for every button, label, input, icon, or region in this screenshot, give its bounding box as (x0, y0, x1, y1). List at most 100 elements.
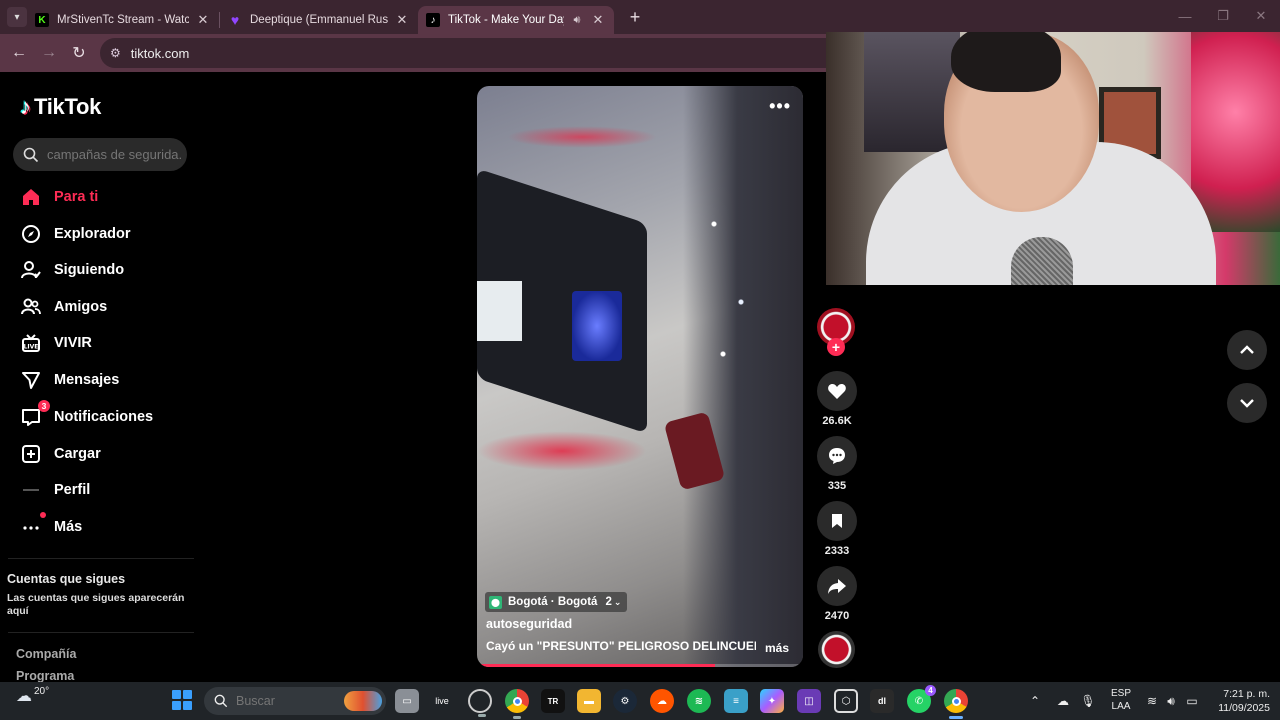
share-button[interactable] (817, 566, 857, 606)
search-input[interactable] (47, 147, 183, 162)
microphone-icon[interactable]: 🎙︎ (1080, 682, 1096, 720)
address-bar[interactable]: ⚙︎ tiktok.com (100, 38, 840, 68)
nav-for-you[interactable]: Para ti (20, 182, 98, 212)
running-indicator (478, 714, 486, 717)
search-box[interactable] (13, 138, 187, 171)
compass-icon (20, 223, 42, 245)
browser-tab-kick[interactable]: K MrStivenTc Stream - Watch Live ✕ (27, 6, 219, 34)
new-tab-button[interactable]: + (624, 6, 646, 28)
dl-app-icon[interactable]: dl (870, 689, 894, 713)
spotify-icon[interactable]: ≋ (687, 689, 711, 713)
onedrive-offline-icon[interactable]: ☁ (1054, 682, 1072, 720)
location-chip[interactable]: ⬤ Bogotá · Bogotá 2 ⌄ (485, 592, 628, 612)
browser-tab-deeptique[interactable]: ♥ Deeptique (Emmanuel Russ Rey ✕ (220, 6, 418, 34)
nav-profile[interactable]: Perfil (20, 475, 90, 505)
bookmark-icon (832, 514, 842, 528)
nav-notifications[interactable]: 3 Notificaciones (20, 400, 153, 432)
close-tab-icon[interactable]: ✕ (394, 12, 410, 28)
comment-button[interactable] (817, 436, 857, 476)
music-disc[interactable] (818, 631, 855, 668)
tr-app-icon[interactable]: TR (541, 689, 565, 713)
back-arrow-icon[interactable]: ← (4, 38, 34, 68)
close-window-icon[interactable]: ✕ (1242, 0, 1280, 32)
notepad-icon[interactable]: ≡ (724, 689, 748, 713)
close-tab-icon[interactable]: ✕ (590, 12, 606, 28)
next-video-button[interactable] (1227, 383, 1267, 423)
like-button[interactable] (817, 371, 857, 411)
footer-link-company[interactable]: Compañía (16, 647, 76, 661)
notification-bubble-icon: 3 (20, 400, 50, 428)
volume-icon[interactable]: 🔊︎ (1163, 682, 1179, 720)
video-more-options-icon[interactable]: ••• (769, 96, 791, 117)
taskbar-search[interactable] (204, 687, 386, 715)
nav-explore[interactable]: Explorador (20, 219, 131, 249)
reload-icon[interactable]: ↻ (64, 38, 94, 68)
nav-messages[interactable]: Mensajes (20, 365, 119, 395)
chevron-down-icon (1240, 399, 1254, 408)
close-tab-icon[interactable]: ✕ (195, 12, 211, 28)
soundcloud-icon[interactable]: ☁ (650, 689, 674, 713)
tray-overflow-chevron-icon[interactable]: ⌃ (1027, 682, 1043, 720)
live-app-icon[interactable]: live (430, 689, 454, 713)
nav-label: Cargar (54, 446, 101, 462)
comment-icon (829, 448, 845, 464)
search-icon (23, 147, 39, 162)
chevron-down-icon: ⌄ (613, 596, 622, 607)
minimize-icon[interactable]: — (1166, 0, 1204, 32)
like-count: 26.6K (822, 415, 852, 427)
video-player[interactable]: ••• ⬤ Bogotá · Bogotá 2 ⌄ autoseguridad … (477, 86, 803, 667)
previous-video-button[interactable] (1227, 330, 1267, 370)
maximize-icon[interactable]: ❐ (1204, 0, 1242, 32)
weather-widget[interactable]: ☁ 20° (16, 686, 49, 706)
copilot-icon[interactable]: ✦ (760, 689, 784, 713)
task-view-icon[interactable]: ▭ (395, 689, 419, 713)
nav-upload[interactable]: Cargar (20, 439, 101, 469)
nav-friends[interactable]: Amigos (20, 292, 107, 322)
video-author[interactable]: autoseguridad (486, 617, 572, 631)
taskbar-search-input[interactable] (236, 694, 336, 708)
chrome-profile-icon[interactable] (944, 689, 968, 719)
whatsapp-icon[interactable]: ✆ 4 (907, 685, 936, 713)
whatsapp-badge: 4 (925, 685, 936, 696)
caption-more-link[interactable]: más (765, 641, 789, 655)
tiktok-logo[interactable]: ♪ TikTok (20, 94, 101, 120)
chrome-icon[interactable] (505, 689, 529, 719)
share-count: 2470 (824, 610, 850, 622)
nav-label: Amigos (54, 299, 108, 315)
system-clock[interactable]: 7:21 p. m. 11/09/2025 (1206, 687, 1270, 715)
file-explorer-icon[interactable]: ▬ (577, 689, 601, 713)
webcam-wall-art (1191, 32, 1280, 232)
footer-link-program[interactable]: Programa (16, 669, 74, 683)
save-count: 2333 (824, 545, 850, 557)
nav-label: Más (54, 519, 83, 535)
site-settings-icon[interactable]: ⚙︎ (110, 46, 121, 60)
clock-date: 11/09/2025 (1218, 702, 1270, 714)
divider (8, 558, 194, 559)
webcam-overlay (826, 32, 1280, 285)
app-icon[interactable]: ◫ (797, 689, 821, 713)
start-windows-icon[interactable] (172, 690, 192, 710)
language-code: ESP (1110, 688, 1131, 699)
obs-icon[interactable] (468, 689, 492, 717)
tab-search-menu-icon[interactable]: ▾ (7, 7, 27, 27)
save-button[interactable] (817, 501, 857, 541)
video-caption: Cayó un "PRESUNTO" PELIGROSO DELINCUENTE… (486, 639, 756, 653)
forward-arrow-icon[interactable]: → (34, 38, 64, 68)
epic-icon[interactable]: ⬡ (834, 689, 858, 713)
steam-icon[interactable]: ⚙︎ (613, 689, 637, 713)
browser-tab-tiktok[interactable]: ♪ TikTok - Make Your Day 🔊︎ ✕ (418, 6, 614, 34)
nav-following[interactable]: Siguiendo (20, 255, 124, 285)
nav-more[interactable]: Más (20, 512, 82, 542)
logo-text: TikTok (34, 94, 102, 119)
url-text: tiktok.com (130, 45, 190, 61)
language-indicator[interactable]: ESP LAA (1108, 687, 1134, 713)
nav-live[interactable]: LIVE VIVIR (20, 328, 92, 358)
video-progress-fill (477, 664, 715, 667)
nav-label: Perfil (54, 482, 91, 498)
video-progress-bar[interactable] (477, 664, 803, 667)
follow-plus-icon[interactable]: + (827, 338, 845, 356)
battery-icon[interactable]: ▭ (1183, 682, 1201, 720)
wifi-icon[interactable]: ≋ (1143, 682, 1161, 720)
nav-label: Siguiendo (54, 262, 125, 278)
speaker-icon[interactable]: 🔊︎ (570, 14, 584, 27)
